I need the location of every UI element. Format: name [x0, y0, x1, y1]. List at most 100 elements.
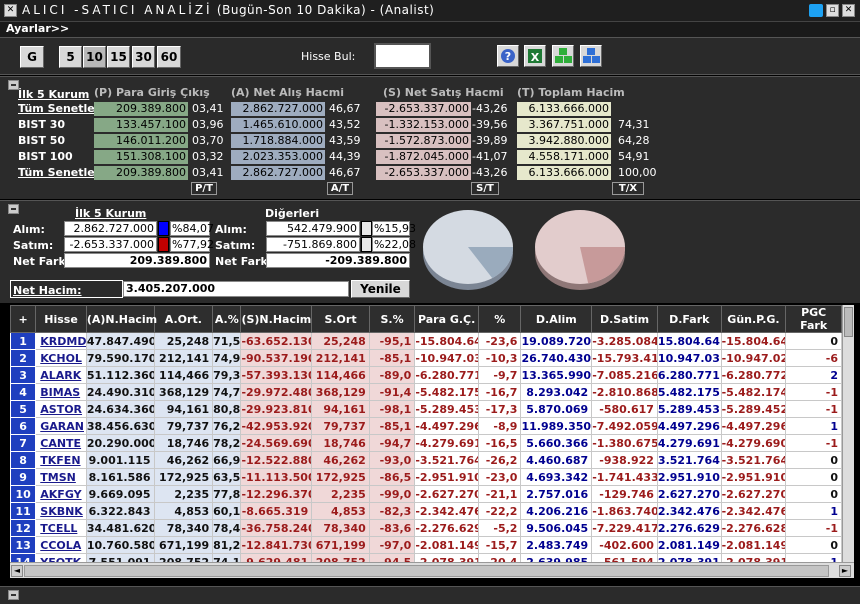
st-button[interactable]: S/T: [471, 182, 499, 195]
tx-button[interactable]: T/X: [612, 182, 644, 195]
close-window-icon[interactable]: ✕: [842, 4, 855, 17]
column-header[interactable]: Para G.Ç.: [414, 305, 479, 333]
bottom-bar: [0, 586, 860, 604]
table-row[interactable]: 7 CANTE 20.290.000 18,746 78,2 -24.569.690 18,…: [10, 434, 842, 452]
table-row[interactable]: 4 BIMAS 24.490.310 368,129 74,7 -29.972.480 36…: [10, 383, 842, 401]
period-button-60[interactable]: 60: [157, 46, 181, 68]
column-header[interactable]: PGC Fark: [785, 305, 842, 333]
table-row[interactable]: 12 TCELL 34.481.620 78,340 78,4 -36.758.240 78…: [10, 519, 842, 537]
table-row[interactable]: 9 TMSN 8.161.586 172,925 63,5 -11.113.500 172,…: [10, 468, 842, 486]
settings-menu[interactable]: Ayarlar>>: [6, 22, 69, 35]
scroll-left-icon[interactable]: ◄: [11, 565, 23, 577]
table-cell: 5: [10, 400, 37, 418]
table-cell: -129.746: [591, 485, 658, 503]
column-header[interactable]: D.Satim: [591, 305, 658, 333]
column-header[interactable]: (A)N.Hacim: [85, 305, 157, 333]
scroll-right-icon[interactable]: ►: [839, 565, 851, 577]
table-cell: 10.947.03: [656, 349, 722, 367]
column-header[interactable]: Hisse: [35, 305, 87, 333]
period-button-5[interactable]: 5: [59, 46, 82, 68]
table-cell: -2.810.868: [591, 383, 658, 401]
table-cell: 8.161.586: [85, 468, 155, 486]
column-header[interactable]: D.Alim: [520, 305, 593, 333]
period-button-15[interactable]: 15: [107, 46, 130, 68]
stock-link[interactable]: YEOTK: [35, 553, 87, 562]
table-cell: 6: [10, 417, 37, 435]
table-row[interactable]: 14 YEOTK 7.551.091 208,752 74,1 -9.629.481 208…: [10, 553, 842, 562]
summary-row-label: BIST 50: [18, 134, 66, 147]
stock-link[interactable]: CANTE: [35, 434, 87, 452]
column-header[interactable]: A.%: [212, 305, 242, 333]
t-pct: 100,00: [618, 166, 657, 179]
table-cell: 671,199: [311, 536, 370, 554]
table-row[interactable]: 3 ALARK 51.112.360 114,466 79,3 -57.393.130 11…: [10, 366, 842, 384]
column-header[interactable]: S.Ort: [311, 305, 370, 333]
table-row[interactable]: 2 KCHOL 79.590.170 212,141 74,9 -90.537.190 21…: [10, 349, 842, 367]
table-cell: 0: [785, 332, 842, 350]
column-header[interactable]: Gün.P.G.: [720, 305, 787, 333]
column-header[interactable]: (S)N.Hacim: [240, 305, 313, 333]
collapse-bottom-icon[interactable]: [8, 590, 19, 600]
stock-link[interactable]: ASTOR: [35, 400, 87, 418]
pt-button[interactable]: P/T: [191, 182, 217, 195]
help-icon[interactable]: ?: [497, 45, 519, 67]
right-satim-label: Satım:: [215, 239, 256, 252]
period-button-g[interactable]: G: [20, 46, 44, 68]
close-icon[interactable]: ✕: [4, 4, 17, 17]
excel-icon[interactable]: X: [524, 45, 546, 67]
alim-color-swatch: [158, 221, 169, 236]
horizontal-scroll-thumb[interactable]: [24, 565, 829, 577]
table-cell: -16,5: [477, 434, 522, 452]
column-header[interactable]: %: [477, 305, 522, 333]
table-cell: 10: [10, 485, 37, 503]
collapse-compare-icon[interactable]: [8, 204, 19, 214]
table-cell: -90.537.190: [240, 349, 313, 367]
table-row[interactable]: 10 AKFGY 9.669.095 2,235 77,8 -12.296.370 2,23…: [10, 485, 842, 503]
green-boxes-icon[interactable]: [552, 45, 574, 67]
table-cell: 80,8: [212, 400, 242, 418]
stock-link[interactable]: GARAN: [35, 417, 87, 435]
at-button[interactable]: A/T: [327, 182, 353, 195]
table-cell: 94,161: [311, 400, 370, 418]
table-cell: -23,0: [477, 468, 522, 486]
stock-link[interactable]: TKFEN: [35, 451, 87, 469]
refresh-button[interactable]: Yenile: [351, 280, 410, 298]
search-input[interactable]: [374, 43, 431, 69]
table-cell: 9.506.045: [520, 519, 593, 537]
stock-link[interactable]: TCELL: [35, 519, 87, 537]
column-header[interactable]: +: [10, 305, 37, 333]
vertical-scroll-thumb[interactable]: [844, 307, 853, 337]
column-header[interactable]: S.%: [368, 305, 416, 333]
table-row[interactable]: 5 ASTOR 24.634.360 94,161 80,8 -29.923.810 94,…: [10, 400, 842, 418]
restore-icon[interactable]: ▫: [826, 4, 839, 17]
stock-link[interactable]: BIMAS: [35, 383, 87, 401]
stock-link[interactable]: ALARK: [35, 366, 87, 384]
table-cell: 46,262: [311, 451, 370, 469]
period-button-10[interactable]: 10: [83, 46, 106, 68]
stock-link[interactable]: KCHOL: [35, 349, 87, 367]
stock-link[interactable]: KRDMD: [35, 332, 87, 350]
vertical-scrollbar[interactable]: [842, 305, 854, 562]
table-cell: 77,8: [212, 485, 242, 503]
twitter-icon[interactable]: [809, 4, 823, 17]
table-cell: 3.521.764: [656, 451, 722, 469]
table-row[interactable]: 13 CCOLA 10.760.580 671,199 81,2 -12.841.730 6…: [10, 536, 842, 554]
table-cell: 7.551.091: [85, 553, 155, 562]
stock-link[interactable]: CCOLA: [35, 536, 87, 554]
period-button-30[interactable]: 30: [132, 46, 155, 68]
table-cell: 0: [785, 451, 842, 469]
stock-link[interactable]: SKBNK: [35, 502, 87, 520]
table-row[interactable]: 11 SKBNK 6.322.843 4,853 60,1 -8.665.319 4,853…: [10, 502, 842, 520]
table-cell: 10.760.580: [85, 536, 155, 554]
table-row[interactable]: 1 KRDMD 47.847.490 25,248 71,5 -63.652.130 25,…: [10, 332, 842, 350]
column-header[interactable]: D.Fark: [656, 305, 722, 333]
table-row[interactable]: 6 GARAN 38.456.630 79,737 76,2 -42.953.920 79,…: [10, 417, 842, 435]
table-cell: -2.951.910: [720, 468, 787, 486]
stock-link[interactable]: TMSN: [35, 468, 87, 486]
horizontal-scrollbar[interactable]: ◄ ►: [10, 562, 854, 578]
stock-link[interactable]: AKFGY: [35, 485, 87, 503]
table-row[interactable]: 8 TKFEN 9.001.115 46,262 66,9 -12.522.880 46,2…: [10, 451, 842, 469]
summary-row-label: BIST 100: [18, 150, 73, 163]
blue-boxes-icon[interactable]: [580, 45, 602, 67]
column-header[interactable]: A.Ort.: [153, 305, 214, 333]
